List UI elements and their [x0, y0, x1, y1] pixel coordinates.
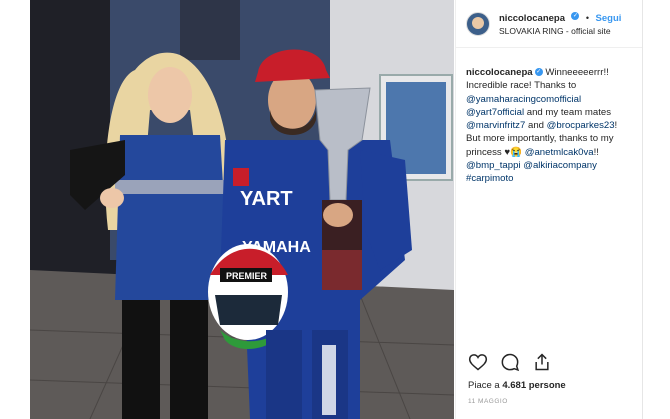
comment-bubble-icon[interactable]	[500, 352, 522, 374]
likes-count[interactable]: Piace a 4.681 persone	[468, 380, 566, 391]
like-heart-icon[interactable]	[468, 352, 490, 374]
avatar[interactable]	[466, 11, 490, 36]
mention-link[interactable]: @alkiriacompany	[523, 160, 597, 171]
mention-link[interactable]: @bmp_tappi	[466, 160, 521, 171]
caption-verified-badge-icon: ✓	[534, 68, 543, 77]
header-separator: •	[585, 12, 590, 23]
likes-prefix: Piace a	[468, 380, 503, 391]
post-photo[interactable]: YART YAMAHA PREMIER	[30, 0, 454, 419]
likes-number: 4.681	[502, 380, 527, 391]
follow-button[interactable]: Segui	[596, 13, 622, 24]
post-actions	[468, 352, 554, 374]
mention-link[interactable]: @anetmlcak0va	[525, 147, 594, 158]
post-date: 11 MAGGIO	[468, 398, 508, 405]
post-header: niccolocanepa ✓ • Segui SLOVAKIA RING - …	[456, 0, 642, 48]
share-upload-icon[interactable]	[532, 352, 554, 374]
suit-yart-text: YART	[240, 188, 293, 210]
mention-link[interactable]: @brocparkes23	[547, 120, 615, 131]
header-username[interactable]: niccolocanepa	[499, 13, 565, 24]
caption-username[interactable]: niccolocanepa	[466, 67, 533, 78]
likes-suffix: persone	[526, 380, 566, 391]
photo-illustration: YART YAMAHA PREMIER	[30, 0, 454, 419]
mention-link[interactable]: @marvinfritz7	[466, 120, 525, 131]
location-link[interactable]: SLOVAKIA RING - official site	[499, 25, 621, 37]
mention-link[interactable]: @yamaharacingcomofficial	[466, 94, 581, 105]
mention-link[interactable]: @yart7official	[466, 107, 524, 118]
caption-text: and my team mates	[524, 106, 612, 118]
hashtag-link[interactable]: #carpimoto	[466, 173, 513, 184]
post-side-panel: niccolocanepa ✓ • Segui SLOVAKIA RING - …	[455, 0, 642, 419]
caption-text: !!	[593, 146, 599, 158]
verified-badge-icon: ✓	[571, 12, 580, 21]
caption-text: and	[525, 120, 547, 132]
helmet-premier-text: PREMIER	[226, 271, 268, 281]
post-caption: niccolocanepa ✓ Winneeeeerrr!! Incredible…	[456, 48, 642, 186]
